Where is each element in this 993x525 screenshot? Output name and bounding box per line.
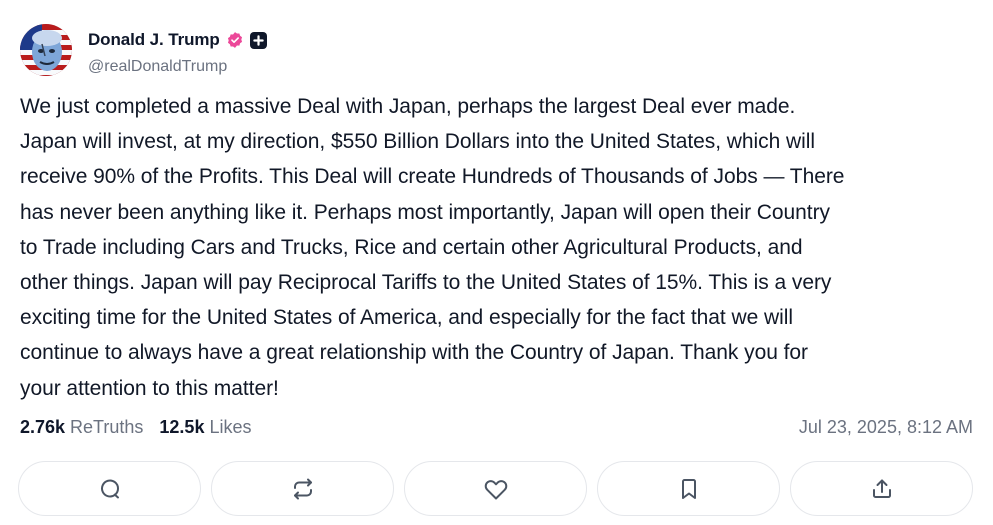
retruths-count: 2.76k	[20, 417, 66, 437]
retruth-button[interactable]	[211, 461, 394, 516]
post-card: Donald J. Trump @realDonaldTrump We just…	[0, 0, 993, 525]
verified-badge-icon	[226, 31, 244, 49]
reply-button[interactable]	[18, 461, 201, 516]
post-stats: 2.76k ReTruths 12.5k Likes	[20, 417, 267, 438]
name-row: Donald J. Trump	[88, 28, 267, 52]
retruth-icon	[293, 478, 312, 499]
likes-count: 12.5k	[159, 417, 205, 437]
post-body-text: We just completed a massive Deal with Ja…	[20, 95, 845, 400]
retruths-stat[interactable]: 2.76k ReTruths	[20, 417, 143, 438]
post-timestamp[interactable]: Jul 23, 2025, 8:12 AM	[799, 417, 973, 438]
share-button[interactable]	[790, 461, 973, 516]
likes-stat[interactable]: 12.5k Likes	[159, 417, 251, 438]
avatar[interactable]	[20, 24, 72, 76]
bookmark-icon	[681, 478, 696, 499]
like-button[interactable]	[404, 461, 587, 516]
author-display-name[interactable]: Donald J. Trump	[88, 30, 220, 50]
retruths-label: ReTruths	[70, 417, 144, 437]
bookmark-button[interactable]	[597, 461, 780, 516]
share-icon	[872, 479, 891, 498]
author-meta: Donald J. Trump @realDonaldTrump	[88, 28, 267, 76]
likes-label: Likes	[209, 417, 252, 437]
reply-icon	[100, 479, 119, 498]
plus-badge-icon	[249, 31, 267, 49]
like-icon	[484, 479, 507, 499]
avatar-portrait-flag	[20, 24, 72, 76]
author-handle[interactable]: @realDonaldTrump	[88, 58, 267, 76]
post-header: Donald J. Trump @realDonaldTrump	[20, 24, 267, 76]
action-bar	[18, 461, 973, 516]
